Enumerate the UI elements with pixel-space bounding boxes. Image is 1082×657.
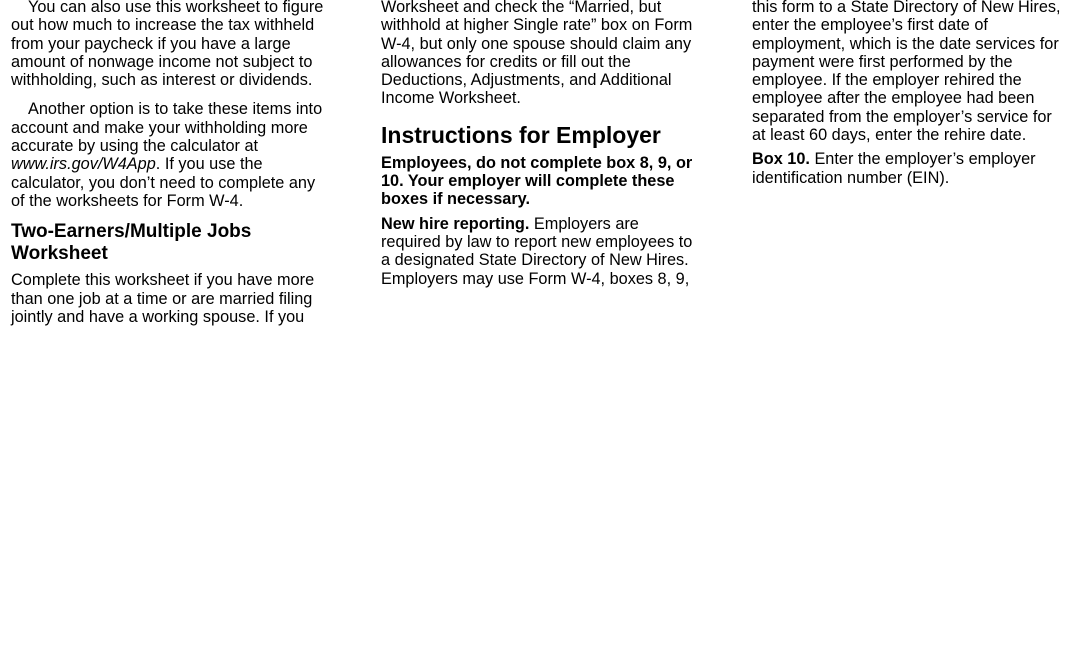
text-line: employment, which is the date services f… (752, 34, 1059, 53)
text-line: Box 10. Enter the employer’s employer (752, 150, 1082, 168)
paragraph-nonwage-income: You can also use this worksheet to figur… (11, 0, 351, 89)
text-line: Employers may use Form W-4, boxes 8, 9, (381, 269, 690, 288)
heading-line: Two-Earners/Multiple Jobs (11, 221, 252, 243)
text-line: a designated State Directory of New Hire… (381, 251, 689, 270)
text-fragment: Employers are (529, 214, 639, 233)
text-line: Employees, do not complete box 8, 9, or (381, 153, 693, 172)
text-line: Income Worksheet. (381, 89, 521, 108)
text-line: required by law to report new employees … (381, 232, 693, 251)
text-line: employee. If the employer rehired the (752, 71, 1022, 90)
heading-two-earners-worksheet: Two-Earners/Multiple Jobs Worksheet (11, 221, 351, 265)
text-line: You can also use this worksheet to figur… (28, 0, 324, 16)
heading-instructions-for-employer: Instructions for Employer (381, 121, 661, 148)
paragraph-new-hire-reporting: New hire reporting. Employers are requir… (381, 215, 721, 288)
text-line: than one job at a time or are married fi… (11, 289, 313, 308)
text-line: accurate by using the calculator at (11, 137, 259, 156)
text-line: separated from the employer’s service fo… (752, 107, 1052, 126)
text-line: payment were first performed by the (752, 52, 1013, 71)
paragraph-employee-notice: Employees, do not complete box 8, 9, or … (381, 154, 721, 209)
text-line: Complete this worksheet if you have more (11, 271, 315, 290)
heading-line: Worksheet (11, 243, 108, 265)
text-line: New hire reporting. Employers are (381, 215, 721, 233)
text-line: Deductions, Adjustments, and Additional (381, 71, 672, 90)
text-line: withholding, such as interest or dividen… (11, 71, 313, 90)
text-line: www.irs.gov/W4App. If you use the (11, 155, 351, 173)
new-hire-label: New hire reporting. (381, 214, 530, 233)
text-line: boxes if necessary. (381, 190, 531, 209)
text-line: account and make your withholding more (11, 118, 308, 137)
text-line: withhold at higher Single rate” box on F… (381, 16, 693, 35)
column-1: You can also use this worksheet to figur… (11, 0, 351, 326)
paragraph-two-earners-intro: Complete this worksheet if you have more… (11, 271, 351, 326)
text-line: from your paycheck if you have a large (11, 34, 291, 53)
text-line: W-4, but only one spouse should claim an… (381, 34, 692, 53)
text-line: this form to a State Directory of New Hi… (752, 0, 1061, 16)
text-fragment: . If you use the (155, 155, 263, 174)
text-line: employee after the employee had been (752, 89, 1035, 108)
column-2: Worksheet and check the “Married, but wi… (381, 0, 721, 288)
text-line: jointly and have a working spouse. If yo… (11, 307, 305, 326)
box-10-label: Box 10. (752, 150, 810, 169)
text-fragment: Enter the employer’s employer (809, 150, 1036, 169)
paragraph-box-10: Box 10. Enter the employer’s employer id… (752, 150, 1082, 187)
paragraph-first-date-of-employment: this form to a State Directory of New Hi… (752, 0, 1082, 144)
paragraph-married-single-rate: Worksheet and check the “Married, but wi… (381, 0, 721, 108)
text-line: amount of nonwage income not subject to (11, 52, 313, 71)
text-line: out how much to increase the tax withhel… (11, 16, 315, 35)
text-line: at least 60 days, enter the rehire date. (752, 126, 1027, 145)
text-line: 10. Your employer will complete these (381, 172, 675, 191)
irs-w4app-link[interactable]: www.irs.gov/W4App (11, 155, 156, 173)
text-line: Another option is to take these items in… (28, 100, 323, 119)
text-line: of the worksheets for Form W-4. (11, 191, 244, 210)
text-line: identification number (EIN). (752, 168, 950, 187)
text-line: enter the employee’s first date of (752, 16, 988, 35)
text-line: allowances for credits or fill out the (381, 52, 631, 71)
column-3: this form to a State Directory of New Hi… (752, 0, 1082, 187)
text-line: calculator, you don’t need to complete a… (11, 173, 316, 192)
paragraph-calculator-option: Another option is to take these items in… (11, 100, 351, 210)
text-line: Worksheet and check the “Married, but (381, 0, 662, 16)
